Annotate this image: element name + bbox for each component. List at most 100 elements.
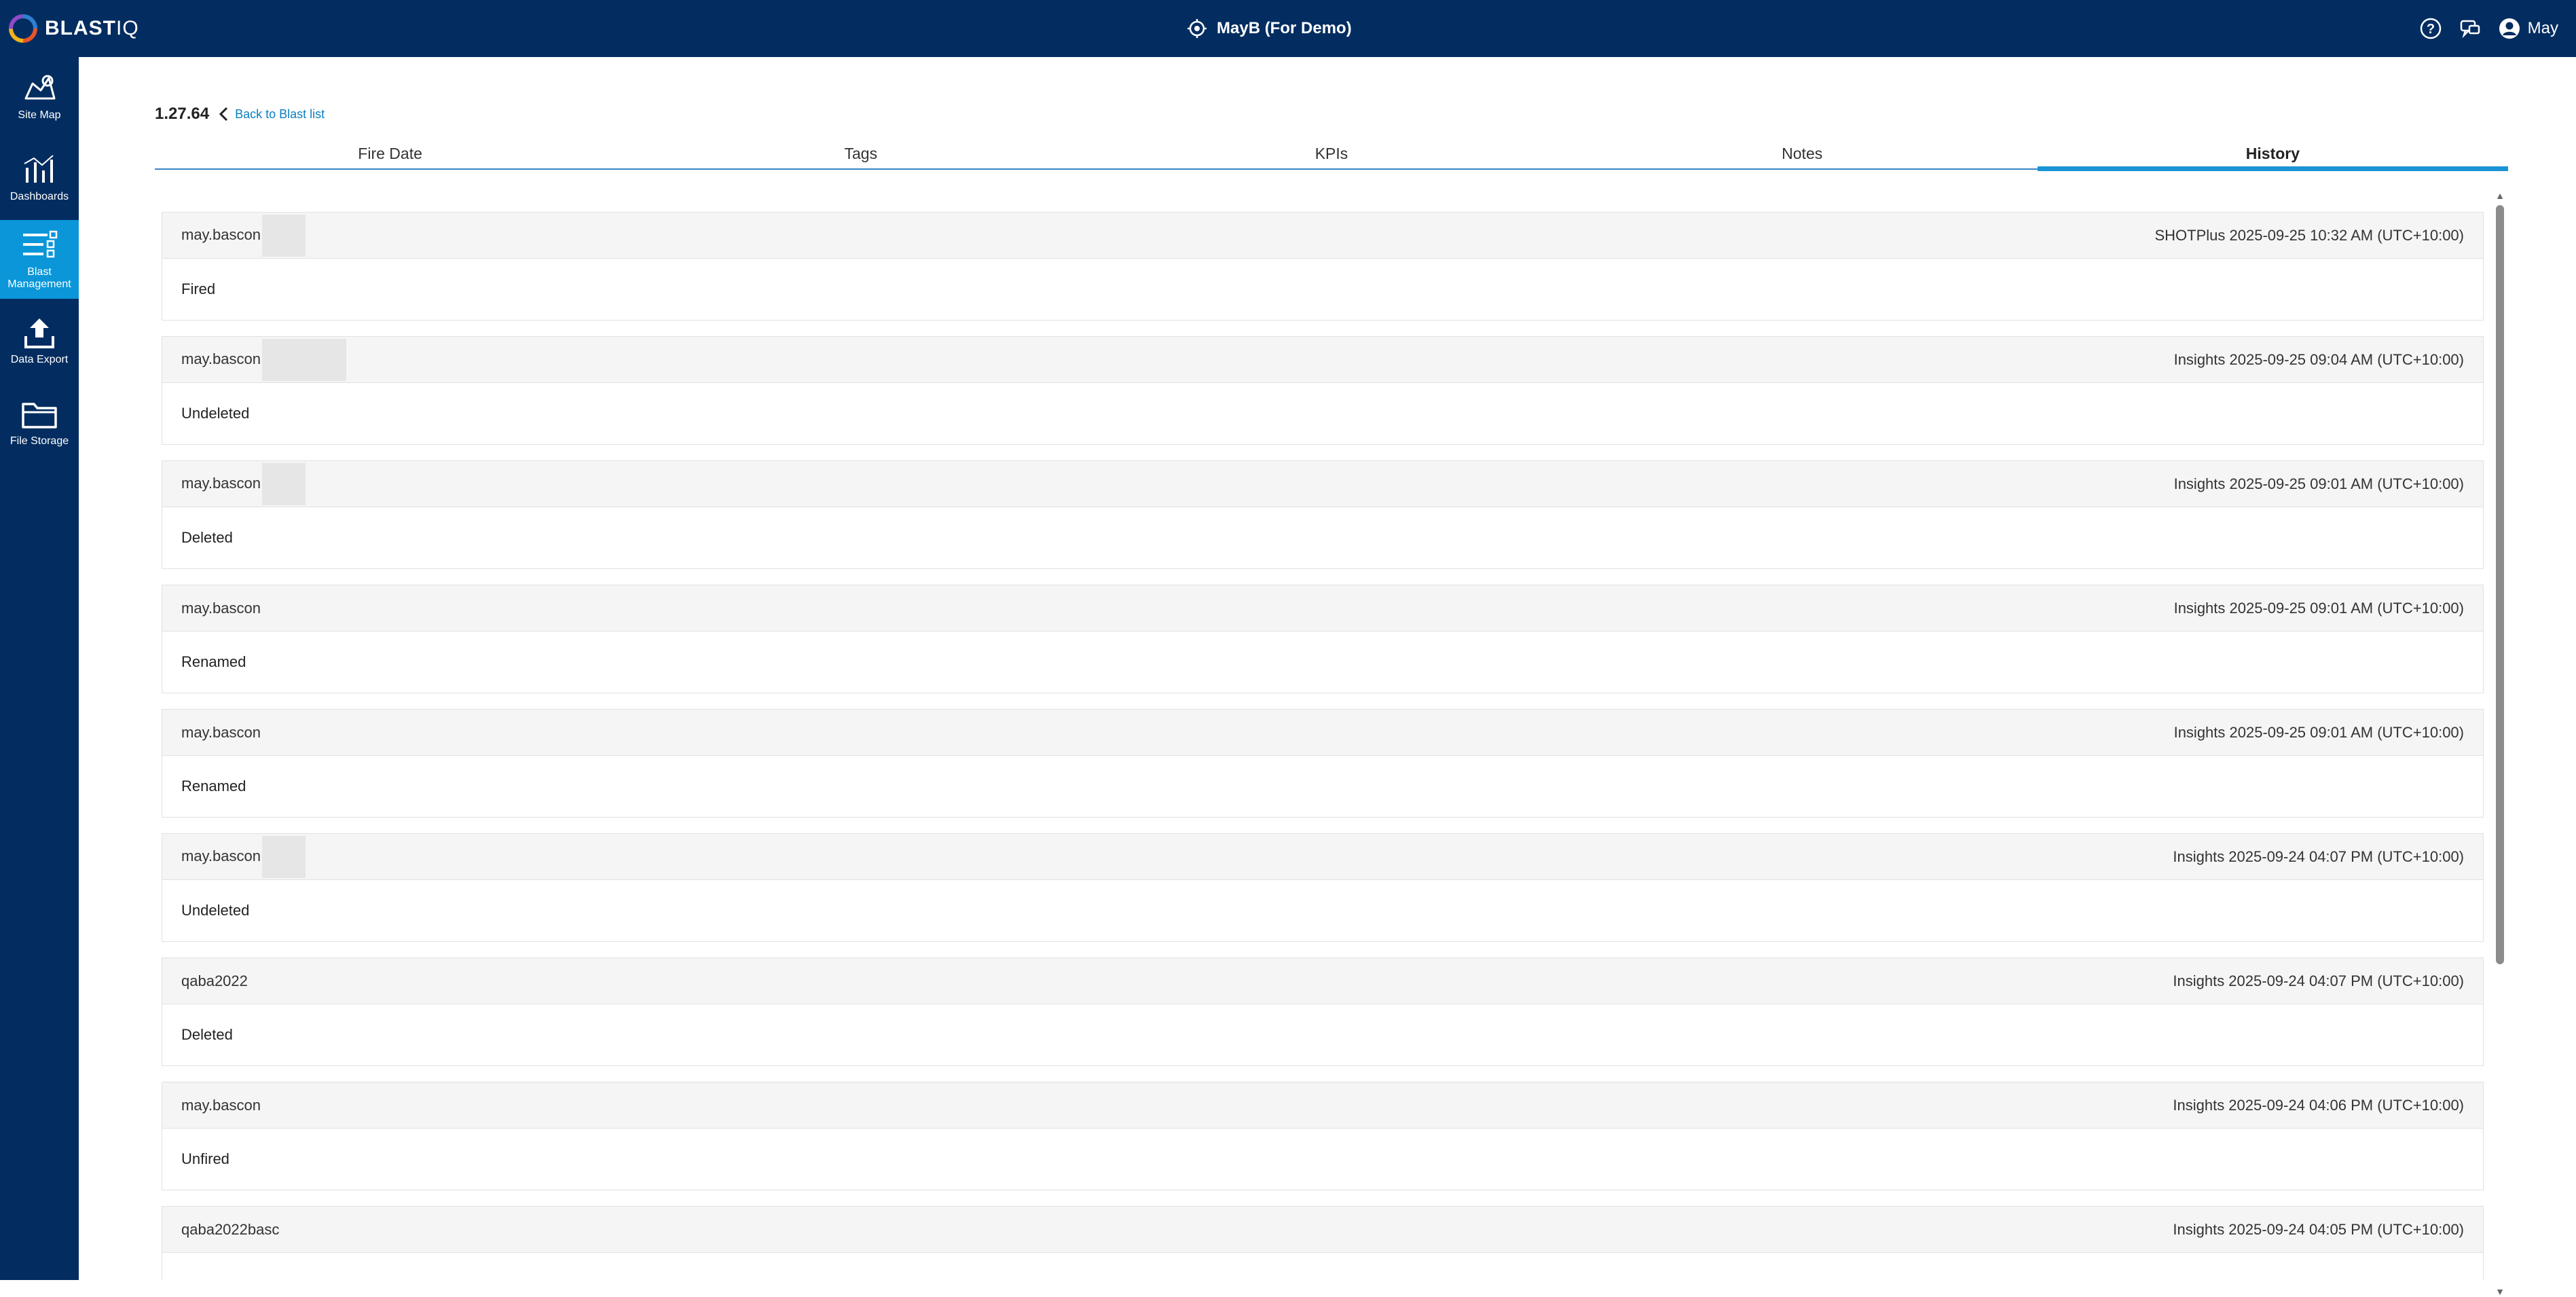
back-to-blast-list-link[interactable]: Back to Blast list [219,107,325,122]
history-user-name: qaba2022basc [181,1220,280,1238]
history-entry-header: may.bascon Insights 2025-09-24 04:06 PM … [162,1082,2483,1129]
nav-label: Dashboards [10,191,69,202]
history-entry: qaba2022basc Insights 2025-09-24 04:05 P… [162,1206,2484,1280]
history-user: may.bascon [181,214,306,257]
history-entry: may.bascon Insights 2025-09-25 09:04 AM … [162,336,2484,445]
history-user: may.bascon [181,724,261,742]
site-target-icon [1188,19,1207,38]
nav-item-dashboards[interactable]: Dashboards [0,139,79,217]
scroll-down-arrow-icon[interactable]: ▼ [2495,1286,2505,1297]
history-action: Undeleted [181,902,250,919]
history-user-name: may.bascon [181,847,261,864]
scrollbar-thumb[interactable] [2496,205,2504,964]
history-entry: may.bascon Insights 2025-09-24 04:07 PM … [162,833,2484,942]
history-source-time: Insights 2025-09-24 04:07 PM (UTC+10:00) [2173,972,2464,989]
redacted-block [261,835,306,878]
history-action: Undeleted [181,405,250,422]
history-entry-header: may.bascon SHOTPlus 2025-09-25 10:32 AM … [162,213,2483,259]
history-user-name: may.bascon [181,599,261,617]
header-actions: ? May [2419,12,2558,45]
history-user-name: may.bascon [181,350,261,367]
history-action: Unfired [181,1150,229,1167]
history-entry: may.bascon Insights 2025-09-25 09:01 AM … [162,709,2484,818]
help-icon[interactable]: ? [2419,17,2442,40]
user-menu[interactable]: May [2498,17,2558,40]
tab-tags[interactable]: Tags [625,140,1096,168]
breadcrumb: 1.27.64 Back to Blast list [155,103,325,125]
history-action: Deleted [181,1026,233,1043]
history-entry-header: may.bascon Insights 2025-09-25 09:01 AM … [162,585,2483,632]
history-entry: may.bascon Insights 2025-09-24 04:06 PM … [162,1082,2484,1190]
history-entry: may.bascon SHOTPlus 2025-09-25 10:32 AM … [162,212,2484,321]
nav-item-data-export[interactable]: Data Export [0,302,79,380]
blastiq-logo[interactable]: BLASTIQ [7,11,139,46]
history-user: may.bascon [181,835,306,878]
history-source-time: Insights 2025-09-24 04:07 PM (UTC+10:00) [2173,847,2464,865]
history-user: may.bascon [181,462,306,505]
history-source-time: Insights 2025-09-25 09:04 AM (UTC+10:00) [2173,350,2464,368]
history-user-name: may.bascon [181,723,261,741]
history-action: Fired [181,280,216,297]
history-scrollbar[interactable]: ▲ ▼ [2493,190,2507,1297]
upload-icon [24,318,54,348]
history-source-time: Insights 2025-09-25 09:01 AM (UTC+10:00) [2173,475,2464,492]
nav-item-blast-management[interactable]: Blast Management [0,220,79,299]
side-navigation: Site Map Dashboards Blast Management Dat… [0,57,79,1280]
history-source-time: Insights 2025-09-25 09:01 AM (UTC+10:00) [2173,599,2464,617]
folder-icon [22,403,57,428]
history-user-name: may.bascon [181,474,261,492]
nav-label: Data Export [10,354,69,365]
tab-fire-date[interactable]: Fire Date [155,140,625,168]
history-entry-header: may.bascon Insights 2025-09-25 09:01 AM … [162,710,2483,756]
history-user: may.bascon [181,338,346,381]
history-action: Deleted [181,529,233,546]
history-user: qaba2022basc [181,1221,279,1239]
nav-label-line2: Management [7,278,71,290]
history-action [162,1253,2483,1280]
main-content: 1.27.64 Back to Blast list Fire Date Tag… [79,57,2576,1297]
history-user-name: qaba2022 [181,972,248,989]
history-entry-header: qaba2022 Insights 2025-09-24 04:07 PM (U… [162,958,2483,1004]
history-entry: qaba2022 Insights 2025-09-24 04:07 PM (U… [162,957,2484,1066]
history-list[interactable]: may.bascon SHOTPlus 2025-09-25 10:32 AM … [162,212,2484,1280]
nav-item-site-map[interactable]: Site Map [0,57,79,136]
history-entry: may.bascon Insights 2025-09-25 09:01 AM … [162,585,2484,693]
chevron-left-icon [219,107,228,122]
history-source-time: SHOTPlus 2025-09-25 10:32 AM (UTC+10:00) [2154,226,2464,244]
history-source-time: Insights 2025-09-24 04:05 PM (UTC+10:00) [2173,1220,2464,1238]
history-action: Renamed [181,778,246,794]
top-header: BLASTIQ MayB (For Demo) ? May [0,0,2576,57]
feedback-icon[interactable] [2459,17,2482,40]
redacted-block [261,462,306,505]
logo-suffix-text: IQ [116,17,139,39]
history-user-name: may.bascon [181,225,261,243]
back-link-label: Back to Blast list [235,107,325,121]
history-user: may.bascon [181,600,261,617]
blast-id: 1.27.64 [155,105,210,123]
scroll-up-arrow-icon[interactable]: ▲ [2495,190,2505,201]
history-entry-header: may.bascon Insights 2025-09-24 04:07 PM … [162,834,2483,880]
dashboards-icon [24,155,54,183]
tab-history[interactable]: History [2037,140,2509,171]
history-source-time: Insights 2025-09-24 04:06 PM (UTC+10:00) [2173,1096,2464,1114]
user-name: May [2527,19,2558,37]
site-name: MayB (For Demo) [1217,19,1352,37]
user-avatar-icon [2499,18,2520,39]
history-user-name: may.bascon [181,1096,261,1114]
history-user: qaba2022 [181,972,248,990]
svg-text:?: ? [2427,22,2435,37]
nav-label: Site Map [18,109,61,121]
redacted-block [261,338,346,381]
tab-kpis[interactable]: KPIs [1096,140,1566,168]
history-entry-header: qaba2022basc Insights 2025-09-24 04:05 P… [162,1207,2483,1253]
nav-item-file-storage[interactable]: File Storage [0,383,79,462]
site-selector[interactable]: MayB (For Demo) [1187,12,1352,45]
logo-ring-icon [9,14,37,43]
history-entry: may.bascon Insights 2025-09-25 09:01 AM … [162,460,2484,569]
blast-management-icon [23,230,58,258]
history-source-time: Insights 2025-09-25 09:01 AM (UTC+10:00) [2173,723,2464,741]
tab-bar: Fire Date Tags KPIs Notes History [155,140,2509,171]
tab-notes[interactable]: Notes [1567,140,2038,168]
history-action: Renamed [181,653,246,670]
history-entry-header: may.bascon Insights 2025-09-25 09:04 AM … [162,337,2483,383]
